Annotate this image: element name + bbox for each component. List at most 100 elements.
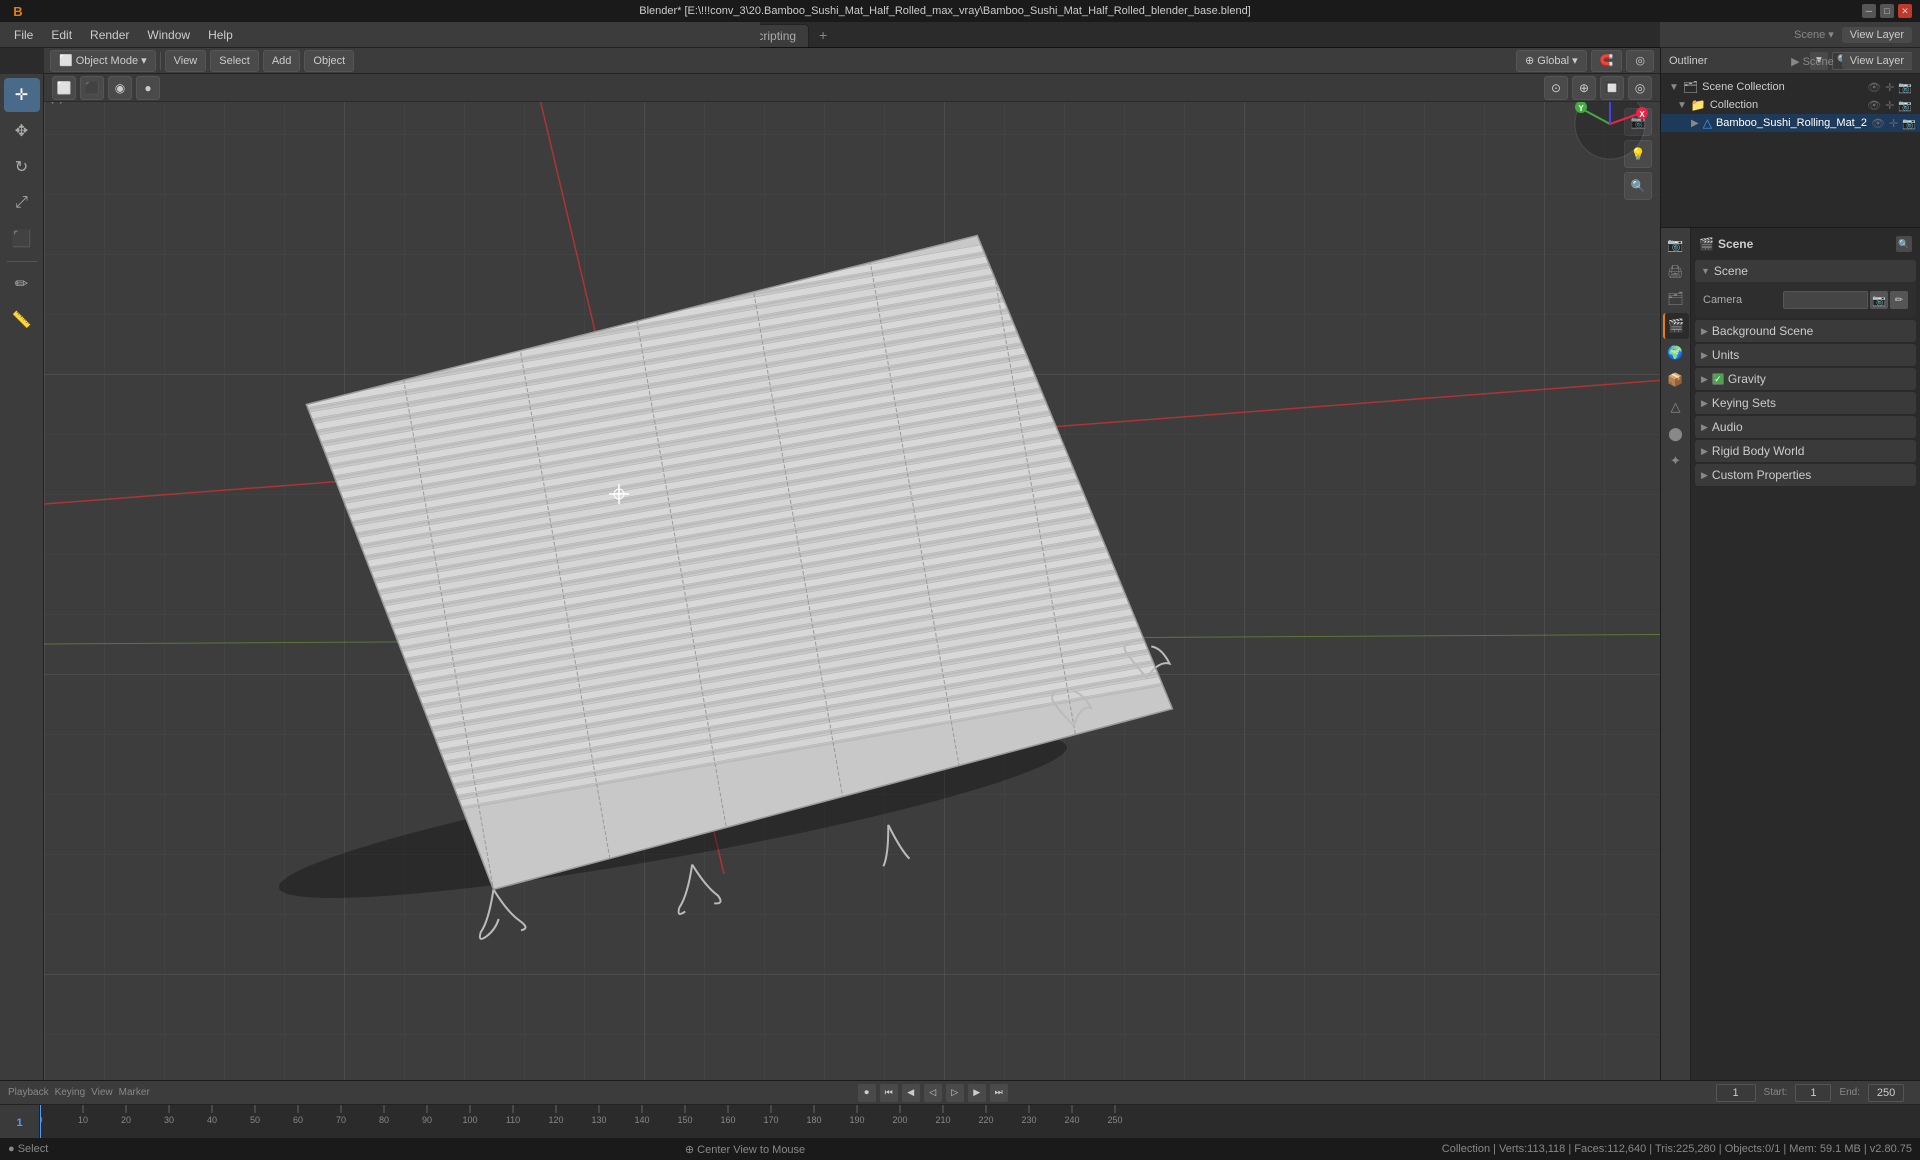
svg-text:70: 70 <box>336 1115 346 1125</box>
keying-sets-toggle[interactable]: ▶ Keying Sets <box>1695 392 1916 414</box>
play-reverse-button[interactable]: ◁ <box>924 1084 942 1102</box>
snap-btn[interactable]: 🧲 <box>1591 50 1623 72</box>
props-material-icon[interactable]: ⬤ <box>1663 421 1689 447</box>
start-frame-display[interactable]: 1 <box>1795 1084 1831 1102</box>
close-button[interactable]: ✕ <box>1898 4 1912 18</box>
sidebar-rotate-tool[interactable]: ↻ <box>4 150 40 184</box>
sidebar-measure-tool[interactable]: 📏 <box>4 303 40 337</box>
chevron-down-icon: ▾ <box>141 54 147 67</box>
select-menu[interactable]: Select <box>210 50 259 72</box>
viewport-gizmo-toggle[interactable]: ⊕ <box>1572 76 1596 100</box>
render-icon[interactable]: 📷 <box>1902 117 1916 130</box>
jump-start-button[interactable]: ⏮ <box>880 1084 898 1102</box>
next-keyframe-button[interactable]: ▶ <box>968 1084 986 1102</box>
global-local-toggle[interactable]: ⊕ Global ▾ <box>1516 50 1587 72</box>
props-particle-icon[interactable]: ✦ <box>1663 448 1689 474</box>
custom-props-toggle[interactable]: ▶ Custom Properties <box>1695 464 1916 486</box>
viewport-search-icon[interactable]: 🔍 <box>1624 172 1652 200</box>
gravity-checkbox[interactable]: ✓ <box>1712 373 1724 385</box>
view-menu[interactable]: View <box>165 50 207 72</box>
visibility-icon[interactable]: 👁 <box>1867 99 1881 112</box>
select-icon[interactable]: ✛ <box>1885 99 1894 112</box>
props-world-icon[interactable]: 🌍 <box>1663 340 1689 366</box>
props-scene-icon[interactable]: 🎬 <box>1663 313 1689 339</box>
view-layer-label[interactable]: View Layer <box>1842 53 1912 69</box>
add-workspace-button[interactable]: + <box>811 23 835 47</box>
render-icon[interactable]: 📷 <box>1898 99 1912 112</box>
section-arrow-right: ▶ <box>1701 470 1708 481</box>
minimize-button[interactable]: ─ <box>1862 4 1876 18</box>
prev-keyframe-button[interactable]: ◀ <box>902 1084 920 1102</box>
custom-props-section: ▶ Custom Properties <box>1695 464 1916 486</box>
props-object-icon[interactable]: 📦 <box>1663 367 1689 393</box>
camera-edit-icon[interactable]: ✏ <box>1890 291 1908 309</box>
props-output-icon[interactable]: 🖨 <box>1663 259 1689 285</box>
sidebar-annotate-tool[interactable]: ✏ <box>4 267 40 301</box>
viewport-3d[interactable]: ⬜ ⬛ ◉ ● ⊙ ⊕ 🔲 ◎ User Perspective (Local)… <box>44 74 1660 1080</box>
props-viewlayer-icon[interactable]: 🗂 <box>1663 286 1689 312</box>
menu-file[interactable]: File <box>6 26 41 44</box>
camera-field[interactable] <box>1783 291 1868 309</box>
rigid-body-toggle[interactable]: ▶ Rigid Body World <box>1695 440 1916 462</box>
menu-window[interactable]: Window <box>139 26 198 44</box>
snap-toggle[interactable]: 🔲 <box>1600 76 1624 100</box>
svg-text:160: 160 <box>720 1115 735 1125</box>
select-icon[interactable]: ✛ <box>1889 117 1898 130</box>
scene-canvas[interactable]: X Y Z 📷 💡 🔍 <box>44 74 1660 1080</box>
outliner-object[interactable]: ▶ △ Bamboo_Sushi_Rolling_Mat_2 👁 ✛ 📷 <box>1661 114 1920 132</box>
sidebar-scale-tool[interactable]: ⤢ <box>4 186 40 220</box>
visibility-icon[interactable]: 👁 <box>1867 81 1881 94</box>
menu-render[interactable]: Render <box>82 26 137 44</box>
menu-help[interactable]: Help <box>200 26 241 44</box>
sidebar-cursor-tool[interactable]: ✛ <box>4 78 40 112</box>
props-search-icon[interactable]: 🔍 <box>1896 236 1912 252</box>
play-button[interactable]: ▷ <box>946 1084 964 1102</box>
sidebar-move-tool[interactable]: ✥ <box>4 114 40 148</box>
timeline-view-btn[interactable]: View <box>91 1087 113 1098</box>
svg-text:230: 230 <box>1021 1115 1036 1125</box>
proportional-edit-toggle[interactable]: ◎ <box>1628 76 1652 100</box>
window-title: Blender* [E:\!!!conv_3\20.Bamboo_Sushi_M… <box>28 5 1862 17</box>
keying-sets-label: Keying Sets <box>1712 396 1776 410</box>
scene-section-toggle[interactable]: ▼ Scene <box>1695 260 1916 282</box>
outliner-scene-collection[interactable]: ▼ 🗂 Scene Collection 👁 ✛ 📷 <box>1661 78 1920 96</box>
units-toggle[interactable]: ▶ Units <box>1695 344 1916 366</box>
timeline-keying-btn[interactable]: Keying <box>55 1087 86 1098</box>
viewport-overlay-toggle[interactable]: ⊙ <box>1544 76 1568 100</box>
current-frame-display[interactable]: 1 <box>1716 1084 1756 1102</box>
add-menu[interactable]: Add <box>263 50 301 72</box>
keying-sets-section: ▶ Keying Sets <box>1695 392 1916 414</box>
record-button[interactable]: ⏺ <box>858 1084 876 1102</box>
render-icon[interactable]: 📷 <box>1898 81 1912 94</box>
svg-text:90: 90 <box>422 1115 432 1125</box>
viewport-shading-rendered[interactable]: ● <box>136 76 160 100</box>
maximize-button[interactable]: □ <box>1880 4 1894 18</box>
background-scene-toggle[interactable]: ▶ Background Scene <box>1695 320 1916 342</box>
gravity-toggle[interactable]: ▶ ✓ Gravity <box>1695 368 1916 390</box>
view-layer-label-tr[interactable]: View Layer <box>1842 27 1912 43</box>
scene-label: ▶ Scene <box>1791 55 1834 68</box>
props-mesh-icon[interactable]: △ <box>1663 394 1689 420</box>
visibility-icon[interactable]: 👁 <box>1871 117 1885 130</box>
select-icon[interactable]: ✛ <box>1885 81 1894 94</box>
svg-text:100: 100 <box>462 1115 477 1125</box>
audio-toggle[interactable]: ▶ Audio <box>1695 416 1916 438</box>
timeline-track[interactable]: 1 0 10 20 30 40 50 60 70 80 90 <box>0 1105 1920 1141</box>
menu-edit[interactable]: Edit <box>43 26 80 44</box>
outliner-collection[interactable]: ▼ 📁 Collection 👁 ✛ 📷 <box>1661 96 1920 114</box>
props-render-icon[interactable]: 📷 <box>1663 232 1689 258</box>
scene-name-label: Scene ▾ <box>1794 28 1834 41</box>
viewport-shading-wireframe[interactable]: ⬜ <box>52 76 76 100</box>
object-menu[interactable]: Object <box>304 50 354 72</box>
sidebar-transform-tool[interactable]: ⬛ <box>4 222 40 256</box>
timeline-marker-btn[interactable]: Marker <box>119 1087 150 1098</box>
jump-end-button[interactable]: ⏭ <box>990 1084 1008 1102</box>
outliner-title: Outliner <box>1669 55 1708 67</box>
camera-browse-icon[interactable]: 📷 <box>1870 291 1888 309</box>
object-mode-selector[interactable]: ⬜ Object Mode ▾ <box>50 50 156 72</box>
timeline-playback-btn[interactable]: Playback <box>8 1087 49 1098</box>
viewport-shading-solid[interactable]: ⬛ <box>80 76 104 100</box>
proportional-btn[interactable]: ◎ <box>1626 50 1654 72</box>
end-frame-display[interactable]: 250 <box>1868 1084 1904 1102</box>
viewport-shading-material[interactable]: ◉ <box>108 76 132 100</box>
